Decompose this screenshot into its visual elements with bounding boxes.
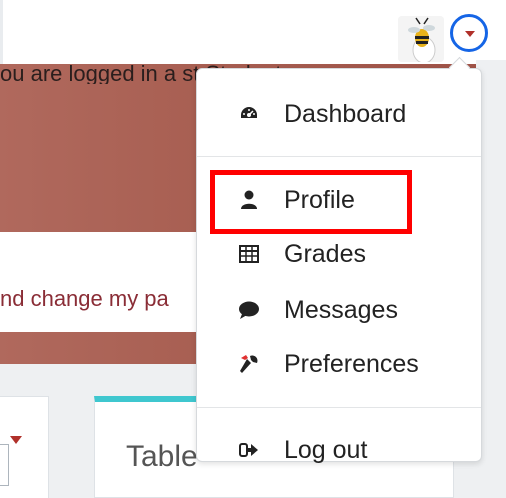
bee-avatar-icon (398, 16, 444, 62)
menu-item-messages[interactable]: Messages (210, 286, 470, 334)
sign-out-icon (236, 437, 262, 463)
menu-item-logout[interactable]: Log out (210, 426, 470, 474)
left-card-caret-icon[interactable] (10, 436, 22, 444)
dashboard-gauge-icon (236, 101, 262, 127)
menu-item-label: Dashboard (284, 99, 407, 128)
avatar[interactable] (398, 16, 444, 62)
profile-highlight-box (210, 170, 412, 234)
menu-item-label: Preferences (284, 349, 419, 378)
page: ou are logged in a st Student nd change … (0, 0, 506, 498)
caret-down-icon (465, 31, 475, 37)
left-card-select[interactable] (0, 444, 9, 486)
user-menu-toggle[interactable] (450, 14, 488, 52)
menu-divider (197, 407, 481, 408)
menu-item-preferences[interactable]: Preferences (210, 340, 470, 388)
menu-item-label: Log out (284, 435, 368, 464)
table-card-title: Table (126, 440, 198, 473)
menu-item-label: Grades (284, 239, 366, 268)
table-grid-icon (236, 241, 262, 267)
menu-item-label: Messages (284, 295, 398, 324)
chat-bubble-icon (236, 297, 262, 323)
menu-item-dashboard[interactable]: Dashboard (210, 90, 470, 138)
change-password-link[interactable]: nd change my pa (0, 286, 169, 312)
menu-divider (197, 156, 481, 157)
menu-item-grades[interactable]: Grades (210, 230, 470, 278)
wrench-icon (236, 351, 262, 377)
